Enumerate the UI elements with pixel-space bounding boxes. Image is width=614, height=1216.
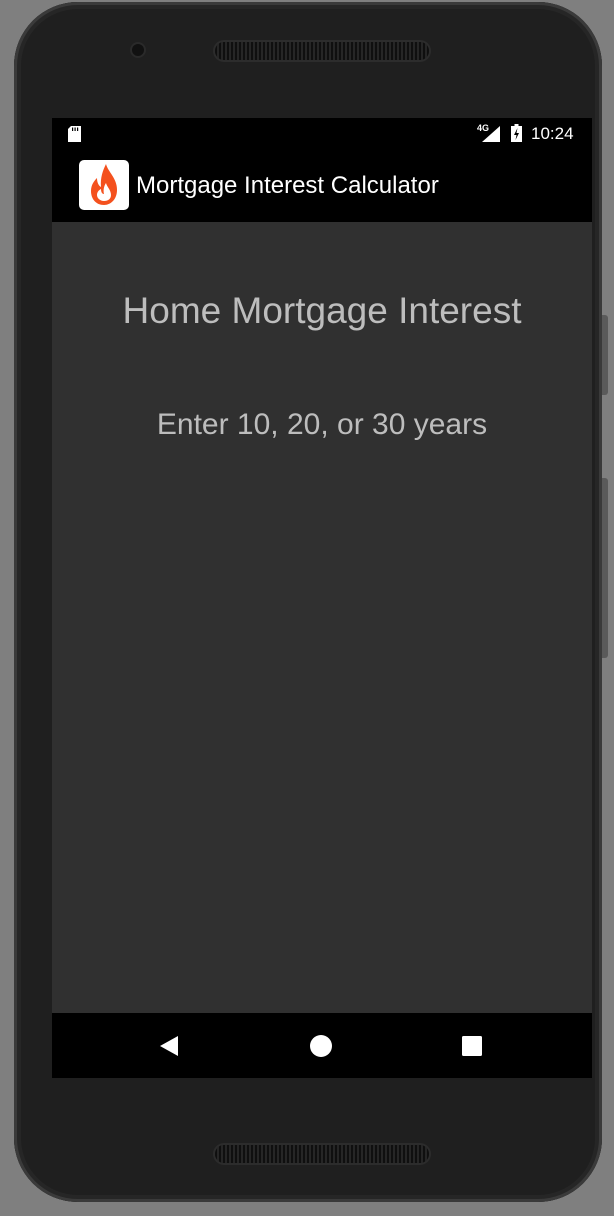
volume-button [602, 478, 608, 658]
back-icon [160, 1036, 178, 1056]
bottom-speaker-grille [215, 1145, 429, 1163]
status-clock: 10:24 [531, 124, 574, 143]
top-speaker-grille [215, 42, 429, 60]
flame-logo-icon [79, 160, 129, 210]
sd-card-icon [68, 126, 81, 142]
years-prompt: Enter 10, 20, or 30 years [156, 408, 488, 441]
app-bar: Mortgage Interest Calculator [52, 150, 592, 222]
page-heading: Home Mortgage Interest [122, 290, 522, 331]
recents-icon [462, 1036, 482, 1056]
phone-frame: 4G 10:24 Mortgage Interest Calculator Ho… [14, 2, 602, 1202]
power-button [602, 315, 608, 395]
status-bar: 4G 10:24 [52, 118, 592, 150]
app-title: Mortgage Interest Calculator [136, 172, 439, 199]
battery-charging-icon [511, 124, 522, 142]
recents-button[interactable] [455, 1029, 489, 1063]
signal-icon [482, 126, 500, 142]
home-icon [310, 1035, 332, 1057]
front-camera [132, 44, 144, 56]
device-screen: 4G 10:24 Mortgage Interest Calculator Ho… [52, 118, 592, 1078]
back-button[interactable] [152, 1029, 186, 1063]
home-button[interactable] [304, 1029, 338, 1063]
navigation-bar [52, 1013, 592, 1078]
